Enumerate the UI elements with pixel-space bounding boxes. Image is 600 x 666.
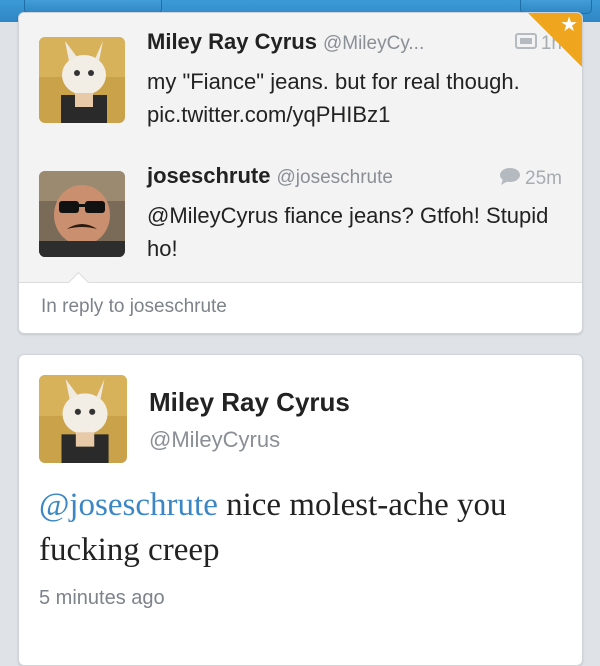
tweet-item[interactable]: Miley Ray Cyrus @MileyCy... 1h my "Fiance… — [19, 13, 582, 150]
tweet-timestamp: 5 minutes ago — [39, 587, 165, 609]
avatar[interactable] — [39, 171, 125, 257]
tweet-text: @joseschrute nice molest-ache you fuckin… — [39, 483, 569, 573]
speech-bubble-icon — [499, 167, 521, 191]
conversation-card: Miley Ray Cyrus @MileyCy... 1h my "Fiance… — [18, 12, 583, 334]
author-handle: @joseschrute — [276, 167, 393, 188]
tweet-header: Miley Ray Cyrus @MileyCy... — [147, 29, 424, 55]
author-handle[interactable]: @MileyCyrus — [149, 427, 280, 453]
author-name[interactable]: Miley Ray Cyrus — [147, 29, 317, 54]
mention-link[interactable]: @joseschrute — [39, 487, 218, 523]
tweet-header: joseschrute @joseschrute — [147, 163, 393, 189]
star-icon: ★ — [560, 14, 578, 36]
tweet-meta: 25m — [499, 167, 562, 191]
tweet-item[interactable]: joseschrute @joseschrute 25m @MileyCyrus … — [19, 149, 582, 283]
avatar[interactable] — [39, 37, 125, 123]
author-handle: @MileyCy... — [322, 33, 425, 54]
author-name[interactable]: joseschrute — [147, 163, 271, 188]
tweet-detail-card: Miley Ray Cyrus @MileyCyrus @joseschrute… — [18, 354, 583, 666]
tweet-time: 25m — [525, 168, 562, 190]
avatar[interactable] — [39, 375, 127, 463]
tweet-text: @MileyCyrus fiance jeans? Gtfoh! Stupid … — [147, 203, 549, 261]
tweet-text: my "Fiance" jeans. but for real though. … — [147, 69, 520, 127]
author-name[interactable]: Miley Ray Cyrus — [149, 387, 350, 418]
in-reply-to-label[interactable]: In reply to joseschrute — [41, 296, 227, 318]
